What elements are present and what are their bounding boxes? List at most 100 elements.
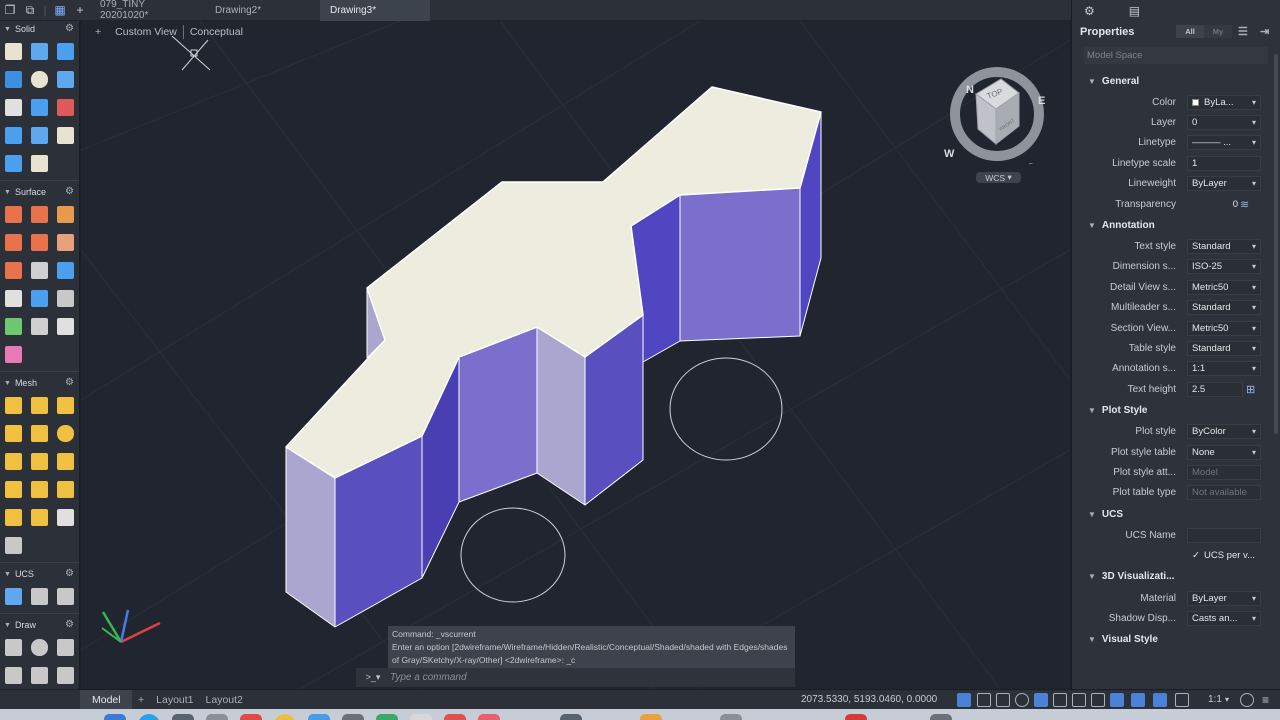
quick-select-icon[interactable]: ☰ <box>1238 25 1248 38</box>
linetype-dropdown[interactable]: ——— ... <box>1187 135 1261 151</box>
section-annotation[interactable]: ▼ Annotation <box>1072 214 1280 236</box>
dock-safari-icon[interactable] <box>138 714 160 720</box>
planar-surface-icon[interactable] <box>5 205 22 223</box>
mesh-refine-icon[interactable] <box>31 452 48 470</box>
dock-autocad-icon[interactable] <box>845 714 867 720</box>
ucs-origin-icon[interactable] <box>31 587 48 605</box>
new-window-icon[interactable]: ❐ <box>0 0 20 21</box>
add-tab-icon[interactable]: + <box>70 0 90 21</box>
mesh-merge-icon[interactable] <box>57 480 74 498</box>
ucs-world-icon[interactable] <box>5 587 22 605</box>
palette-group-solid[interactable]: ▼ Solid ⚙ <box>0 21 79 37</box>
ucs-per-viewport-checkbox[interactable]: ✓ UCS per v... <box>1187 548 1261 563</box>
tools-icon[interactable] <box>57 289 74 307</box>
dock-app-icon[interactable] <box>410 714 432 720</box>
slice-icon[interactable] <box>57 126 74 144</box>
section-3d-visualization[interactable]: ▼ 3D Visualizati... <box>1072 566 1280 588</box>
rectangle-icon[interactable] <box>57 638 74 656</box>
mesh-face-icon[interactable] <box>5 508 22 526</box>
otrack-toggle-icon[interactable] <box>1053 693 1067 707</box>
box-icon[interactable] <box>5 42 22 60</box>
plot-style-table-dropdown[interactable]: None <box>1187 444 1261 460</box>
circle-shape[interactable] <box>669 357 783 461</box>
viewport-menu-icon[interactable]: + <box>95 26 101 38</box>
tab-layout1[interactable]: Layout1 <box>150 690 199 710</box>
text-style-dropdown[interactable]: Standard <box>1187 239 1261 255</box>
extend-surface-icon[interactable] <box>57 261 74 279</box>
customize-menu-icon[interactable]: ≡ <box>1262 693 1269 707</box>
viewcube[interactable]: TOP FRONT N E S W <box>941 59 1056 164</box>
gear-icon[interactable]: ⚙ <box>65 619 74 630</box>
sphere-icon[interactable] <box>31 70 48 88</box>
loft-surface-icon[interactable] <box>57 205 74 223</box>
add-layout-icon[interactable]: + <box>132 690 150 710</box>
dock-app-icon[interactable] <box>444 714 466 720</box>
mesh-cylinder-icon[interactable] <box>31 396 48 414</box>
section-visual-style[interactable]: ▼ Visual Style <box>1072 629 1280 651</box>
shadow-display-dropdown[interactable]: Casts an... <box>1187 610 1261 626</box>
transparency-field[interactable]: 0 <box>1187 197 1261 212</box>
3d-osnap-icon[interactable] <box>1131 693 1145 707</box>
all-my-toggle[interactable]: All My <box>1176 25 1232 38</box>
dock-app-icon[interactable] <box>478 714 500 720</box>
mesh-convert-icon[interactable] <box>57 508 74 526</box>
command-input[interactable]: Type a command <box>390 672 467 683</box>
color-dropdown[interactable]: ByLa... <box>1187 94 1261 110</box>
palette-group-ucs[interactable]: ▼ UCS ⚙ <box>0 566 79 582</box>
transparency-toggle-icon[interactable] <box>1091 693 1105 707</box>
annotation-visibility-icon[interactable] <box>1175 693 1189 707</box>
panel-scrollbar[interactable] <box>1274 54 1278 434</box>
arc-icon[interactable] <box>5 666 22 684</box>
gear-icon[interactable]: ⚙ <box>65 23 74 34</box>
lineweight-dropdown[interactable]: ByLayer <box>1187 176 1261 192</box>
offset-surface-icon[interactable] <box>57 233 74 251</box>
fillet-surface-icon[interactable] <box>5 261 22 279</box>
table-style-dropdown[interactable]: Standard <box>1187 340 1261 356</box>
circle-shape[interactable] <box>460 507 566 603</box>
mesh-extrude-icon[interactable] <box>31 480 48 498</box>
line-icon[interactable] <box>57 666 74 684</box>
tab-layout2[interactable]: Layout2 <box>200 690 249 710</box>
section-plot-style[interactable]: ▼ Plot Style <box>1072 399 1280 421</box>
palette-group-draw[interactable]: ▼ Draw ⚙ <box>0 617 79 633</box>
draft-analysis-icon[interactable] <box>5 345 22 363</box>
polyline-icon[interactable] <box>5 638 22 656</box>
annotation-scale-label[interactable]: 1:1 <box>1208 694 1222 705</box>
polar-toggle-icon[interactable] <box>1015 693 1029 707</box>
linetype-scale-field[interactable]: 1 <box>1187 155 1261 171</box>
ucs-3point-icon[interactable] <box>57 587 74 605</box>
drawing-viewport[interactable]: + Custom View Conceptual TOP FRONT N E S… <box>81 21 1070 689</box>
section-plane-icon[interactable] <box>5 154 22 172</box>
toggle-all[interactable]: All <box>1176 25 1204 38</box>
layer-dropdown[interactable]: 0 <box>1187 115 1261 131</box>
cylinder-icon[interactable] <box>31 42 48 60</box>
dock-app-icon[interactable] <box>342 714 364 720</box>
dock-app-icon[interactable] <box>240 714 262 720</box>
tab-model[interactable]: Model <box>80 689 132 710</box>
patch-surface-icon[interactable] <box>31 233 48 251</box>
osnap-toggle-icon[interactable] <box>1034 693 1048 707</box>
workspace-gear-icon[interactable] <box>1240 693 1254 707</box>
layers-tab-icon[interactable]: ▤ <box>1129 4 1140 18</box>
mesh-gap-icon[interactable] <box>31 508 48 526</box>
material-dropdown[interactable]: ByLayer <box>1187 590 1261 606</box>
trim-surface-icon[interactable] <box>31 261 48 279</box>
visual-style-label[interactable]: Conceptual <box>190 26 243 38</box>
chevron-down-icon[interactable]: ▾ <box>1225 695 1229 704</box>
press-pull-icon[interactable] <box>5 70 22 88</box>
dock-app-icon[interactable] <box>206 714 228 720</box>
transparency-layers-icon[interactable]: ≋ <box>1240 198 1249 211</box>
selection-dropdown[interactable]: Model Space <box>1084 47 1268 64</box>
wcs-menu-button[interactable]: WCS ▾ <box>976 172 1021 183</box>
multileader-style-dropdown[interactable]: Standard <box>1187 300 1261 316</box>
dock-app-icon[interactable] <box>930 714 952 720</box>
interfere-icon[interactable] <box>31 154 48 172</box>
palette-group-surface[interactable]: ▼ Surface ⚙ <box>0 184 79 200</box>
dynamic-ucs-icon[interactable] <box>1153 693 1167 707</box>
mesh-box-icon[interactable] <box>5 396 22 414</box>
ucs-name-field[interactable] <box>1187 527 1261 543</box>
project-icon[interactable] <box>5 317 22 335</box>
section-general[interactable]: ▼ General <box>1072 70 1280 92</box>
mesh-wedge-icon[interactable] <box>57 396 74 414</box>
mesh-revolve-icon[interactable] <box>31 424 48 442</box>
